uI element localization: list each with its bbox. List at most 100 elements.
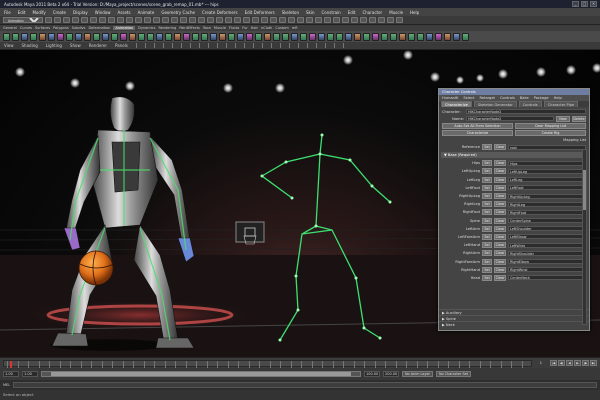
tab-characterize[interactable]: Characterize	[441, 101, 472, 107]
shelf-tab-mr[interactable]: mR	[292, 26, 298, 30]
shelf-tool-icon[interactable]	[174, 32, 181, 41]
shelf-tool-icon[interactable]	[192, 32, 199, 41]
panel-toolbar-icon[interactable]	[216, 43, 218, 48]
status-tool-icon[interactable]	[63, 17, 70, 23]
shelf-tab-dynamics[interactable]: Dynamics	[138, 26, 155, 30]
create-rig-button[interactable]: Create Rig	[515, 129, 586, 136]
mapping-field[interactable]: RightElbow	[508, 259, 586, 265]
shelf-tool-icon[interactable]	[84, 32, 91, 41]
menu-display[interactable]: Display	[73, 10, 88, 15]
characterize-button[interactable]: Characterize	[442, 129, 513, 136]
status-tool-icon[interactable]	[117, 17, 124, 23]
shelf-tool-icon[interactable]	[237, 32, 244, 41]
shelf-tool-icon[interactable]	[417, 32, 424, 41]
reference-sel-button[interactable]: Sel	[482, 144, 492, 151]
shelf-tool-icon[interactable]	[30, 32, 37, 41]
panel-menu-panels[interactable]: Panels	[115, 43, 128, 48]
mapping-clear-button[interactable]: Clear	[494, 217, 506, 224]
shelf-tool-icon[interactable]	[156, 32, 163, 41]
mapping-clear-button[interactable]: Clear	[494, 258, 506, 265]
status-tool-icon[interactable]	[216, 17, 223, 23]
menu-edit[interactable]: Edit	[348, 10, 356, 15]
status-tool-icon[interactable]	[54, 17, 61, 23]
menu-constrain[interactable]: Constrain	[322, 10, 341, 15]
shelf-tool-icon[interactable]	[318, 32, 325, 41]
shelf-tool-icon[interactable]	[48, 32, 55, 41]
new-button[interactable]: New	[556, 115, 570, 122]
menu-skeleton[interactable]: Skeleton	[282, 10, 299, 15]
auto-set-button[interactable]: Auto-Set All From Selection	[442, 122, 513, 129]
shelf-tool-icon[interactable]	[363, 32, 370, 41]
shelf-tool-icon[interactable]	[453, 32, 460, 41]
mapping-field[interactable]: LeftShoulder	[508, 226, 586, 232]
mapping-sel-button[interactable]: Sel	[482, 184, 492, 191]
panel-toolbar-icon[interactable]	[225, 43, 227, 48]
status-tool-icon[interactable]	[90, 17, 97, 23]
mapping-clear-button[interactable]: Clear	[494, 242, 506, 249]
panel-toolbar-icon[interactable]	[324, 43, 326, 48]
shelf-tab-curves[interactable]: Curves	[20, 26, 32, 30]
shelf-tool-icon[interactable]	[327, 32, 334, 41]
tab-character-pipe[interactable]: Character Pipe	[543, 101, 579, 107]
shelf-tab-subdivs[interactable]: Subdivs	[72, 26, 86, 30]
panel-toolbar-icon[interactable]	[234, 43, 236, 48]
panel-toolbar-icon[interactable]	[207, 43, 209, 48]
shelf-tab-rendering[interactable]: Rendering	[158, 26, 176, 30]
mapping-field[interactable]: RightWrist	[508, 267, 586, 273]
status-tool-icon[interactable]	[144, 17, 151, 23]
mapping-clear-button[interactable]: Clear	[494, 233, 506, 240]
status-tool-icon[interactable]	[297, 17, 304, 23]
step-back-icon[interactable]: ◀|	[558, 360, 565, 366]
shelf-tab-toon[interactable]: Toon	[203, 26, 211, 30]
menu-edit-deformers[interactable]: Edit Deformers	[245, 10, 275, 15]
shelf-tab-general[interactable]: General	[3, 26, 17, 30]
mapping-clear-button[interactable]: Clear	[494, 176, 506, 183]
mapping-field[interactable]: LeftFoot	[508, 185, 586, 191]
menu-help[interactable]: Help	[410, 10, 419, 15]
mapping-field[interactable]: LeftLeg	[508, 177, 586, 183]
shelf-tool-icon[interactable]	[309, 32, 316, 41]
time-slider-track[interactable]	[3, 360, 532, 368]
panel-menu-lighting[interactable]: Lighting	[46, 43, 62, 48]
shelf-tool-icon[interactable]	[228, 32, 235, 41]
panel-toolbar-icon[interactable]	[135, 43, 137, 48]
clear-mapping-button[interactable]: Clear Mapping List	[515, 122, 586, 129]
mapping-field[interactable]: RightFoot	[508, 209, 586, 215]
playback-end-field[interactable]: 100.00	[364, 371, 380, 377]
status-tool-icon[interactable]	[126, 17, 133, 23]
shelf-tool-icon[interactable]	[39, 32, 46, 41]
status-tool-icon[interactable]	[288, 17, 295, 23]
shelf-tool-icon[interactable]	[57, 32, 64, 41]
menu-create[interactable]: Create	[53, 10, 66, 15]
shelf-tool-icon[interactable]	[129, 32, 136, 41]
mapping-sel-button[interactable]: Sel	[482, 225, 492, 232]
shelf-tab-custom[interactable]: Custom	[275, 26, 288, 30]
status-tool-icon[interactable]	[351, 17, 358, 23]
mapping-field[interactable]: LeftElbow	[508, 234, 586, 240]
status-tool-icon[interactable]	[279, 17, 286, 23]
mapping-clear-button[interactable]: Clear	[494, 201, 506, 208]
menu-edit[interactable]: Edit	[18, 10, 26, 15]
shelf-tab-painteffects[interactable]: PaintEffects	[179, 26, 200, 30]
mapping-sel-button[interactable]: Sel	[482, 201, 492, 208]
status-tool-icon[interactable]	[333, 17, 340, 23]
mapping-sel-button[interactable]: Sel	[482, 209, 492, 216]
fold-neck[interactable]: ▶ Neck	[439, 321, 589, 327]
mapping-field[interactable]: RightLeg	[508, 201, 586, 207]
shelf-tool-icon[interactable]	[381, 32, 388, 41]
maximize-button[interactable]: □	[581, 1, 588, 7]
3d-viewport[interactable]: Character Controls HumanIK Select Retarget…	[0, 50, 600, 357]
menu-assets[interactable]: Assets	[118, 10, 131, 15]
shelf-tool-icon[interactable]	[336, 32, 343, 41]
panel-toolbar-icon[interactable]	[306, 43, 308, 48]
mapping-field[interactable]: CenterNeck	[508, 275, 586, 281]
base-required-section[interactable]: ▼ Base (Required)	[441, 152, 587, 159]
mapping-sel-button[interactable]: Sel	[482, 160, 492, 167]
shelf-tool-icon[interactable]	[345, 32, 352, 41]
shelf-tool-icon[interactable]	[66, 32, 73, 41]
mapping-clear-button[interactable]: Clear	[494, 250, 506, 257]
mapping-field[interactable]: RightShoulder	[508, 250, 586, 256]
shelf-tab-polygons[interactable]: Polygons	[53, 26, 69, 30]
status-tool-icon[interactable]	[135, 17, 142, 23]
shelf-tab-animation[interactable]: Animation	[113, 26, 136, 30]
